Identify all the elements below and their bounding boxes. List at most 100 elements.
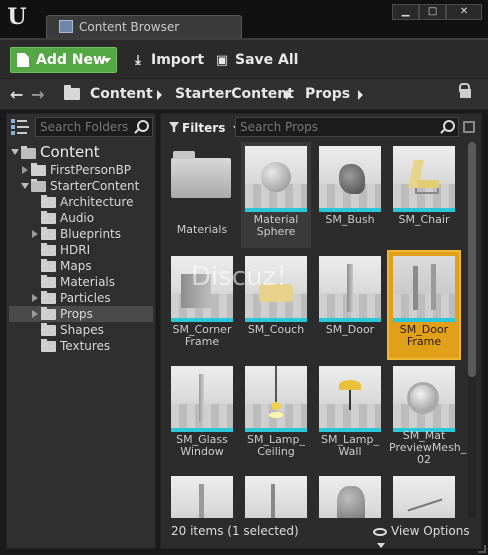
asset-tile-sm-chair[interactable]: SM_Chair [389,142,459,248]
tree-item-audio[interactable]: Audio [7,210,155,226]
breadcrumb-separator-icon[interactable] [286,90,291,100]
expand-arrow-icon[interactable] [11,149,19,155]
tree-item-particles[interactable]: Particles [7,290,155,306]
asset-thumbnail [319,256,381,318]
tree-item-maps[interactable]: Maps [7,258,155,274]
asset-tile-sm-lamp-ceiling[interactable]: SM_Lamp_ Ceiling [241,362,311,468]
import-button[interactable]: ⤓ Import [130,49,204,71]
asset-type-bar [245,318,307,322]
asset-label: SM_Chair [398,213,450,226]
breadcrumb-separator-icon[interactable] [157,90,162,100]
folder-tree-panel: Search Folders Content FirstPersonBP Sta… [6,113,156,549]
maximize-button[interactable]: □ [419,4,447,20]
asset-tile-sm-lamp-wall[interactable]: SM_Lamp_ Wall [315,362,385,468]
asset-label: SM_Lamp_ Wall [320,433,380,458]
sources-toggle-icon[interactable] [11,118,31,136]
path-bar: ← → Content StarterContent Props [0,78,488,110]
asset-tile[interactable] [241,472,311,518]
breadcrumb-startercontent[interactable]: StarterContent [175,86,294,102]
tree-item-materials[interactable]: Materials [7,274,155,290]
asset-thumbnail [393,476,455,518]
asset-type-bar [319,428,381,432]
resize-handle-icon[interactable] [478,545,486,553]
tree-item-props[interactable]: Props [9,306,153,322]
forward-arrow-icon[interactable]: → [31,85,44,104]
breadcrumb-props[interactable]: Props [305,86,350,102]
tree-item-shapes[interactable]: Shapes [7,322,155,338]
search-icon[interactable] [137,120,149,132]
folder-icon [41,195,56,208]
search-props-input[interactable]: Search Props [235,117,459,137]
tree-item-label: Content [40,143,100,161]
collapse-arrow-icon[interactable] [22,166,28,174]
tree-item-label: Blueprints [60,227,122,241]
asset-tile-sm-glass-window[interactable]: SM_Glass Window [167,362,237,468]
window-controls: ▁ □ ✕ [392,4,482,20]
asset-tile-material-sphere[interactable]: Material Sphere [241,142,311,248]
import-label: Import [151,52,205,68]
asset-label: SM_Door [325,323,375,336]
collapse-arrow-icon[interactable] [32,230,38,238]
view-options-button[interactable]: View Options [373,524,481,552]
asset-label: SM_Mat PreviewMesh_ 02 [389,429,467,466]
breadcrumb-separator-icon[interactable] [358,90,363,100]
asset-tile[interactable] [167,472,237,518]
filters-button[interactable]: Filters [169,119,241,137]
asset-type-bar [171,318,233,322]
close-button[interactable]: ✕ [446,4,482,20]
tree-item-hdri[interactable]: HDRI [7,242,155,258]
save-search-icon[interactable] [463,121,475,133]
add-new-button[interactable]: Add New [10,47,117,73]
chevron-down-icon [377,543,385,548]
tree-item-textures[interactable]: Textures [7,338,155,354]
asset-tile[interactable] [389,472,459,518]
chevron-down-icon [103,58,111,63]
filter-icon [169,122,179,132]
asset-type-bar [393,208,455,212]
asset-label: SM_Glass Window [176,433,228,458]
scrollbar-thumb[interactable] [468,142,476,377]
tree-item-firstpersonbp[interactable]: FirstPersonBP [7,162,155,178]
tree-item-label: FirstPersonBP [50,163,132,177]
tree-item-label: Architecture [60,195,134,209]
folder-icon [171,151,231,198]
asset-view-panel: Filters Search Props Materials Material … [160,113,482,549]
asset-label: SM_Lamp_ Ceiling [246,433,306,458]
save-icon: ▣ [215,53,229,68]
save-all-button[interactable]: ▣ Save All [214,49,299,71]
folder-icon [41,259,56,272]
unreal-logo-icon: U [7,4,27,30]
tree-item-startercontent[interactable]: StarterContent [7,178,155,194]
tree-item-label: Shapes [60,323,104,337]
asset-tile-materials[interactable]: Materials [167,142,237,248]
search-icon[interactable] [443,120,455,132]
minimize-button[interactable]: ▁ [392,4,420,20]
tree-item-architecture[interactable]: Architecture [7,194,155,210]
asset-thumbnail [171,366,233,428]
tree-item-content[interactable]: Content [7,144,155,160]
collapse-arrow-icon[interactable] [32,294,38,302]
folder-icon [31,179,46,192]
asset-tile-sm-door-frame[interactable]: SM_Door Frame [387,250,461,360]
asset-label: SM_Couch [247,323,305,336]
item-count-status: 20 items (1 selected) [171,524,299,538]
folder-icon [21,146,36,159]
tab-content-browser[interactable]: Content Browser [46,15,242,38]
asset-type-bar [245,428,307,432]
asset-type-bar [171,428,233,432]
tree-item-blueprints[interactable]: Blueprints [7,226,155,242]
lock-icon[interactable] [459,83,471,98]
collapse-arrow-icon[interactable] [32,310,38,318]
asset-tile[interactable] [315,472,385,518]
breadcrumb-content[interactable]: Content [90,86,153,102]
expand-arrow-icon[interactable] [21,183,29,189]
folder-icon [41,211,56,224]
tree-item-label: Particles [60,291,111,305]
tree-item-label: Maps [60,259,92,273]
asset-thumbnail [245,476,307,518]
back-arrow-icon[interactable]: ← [10,85,23,104]
folder-icon [41,291,56,304]
asset-tile-sm-matpreviewmesh-02[interactable]: SM_Mat PreviewMesh_ 02 [389,362,467,468]
asset-tile-sm-door[interactable]: SM_Door [315,252,385,358]
asset-tile-sm-bush[interactable]: SM_Bush [315,142,385,248]
